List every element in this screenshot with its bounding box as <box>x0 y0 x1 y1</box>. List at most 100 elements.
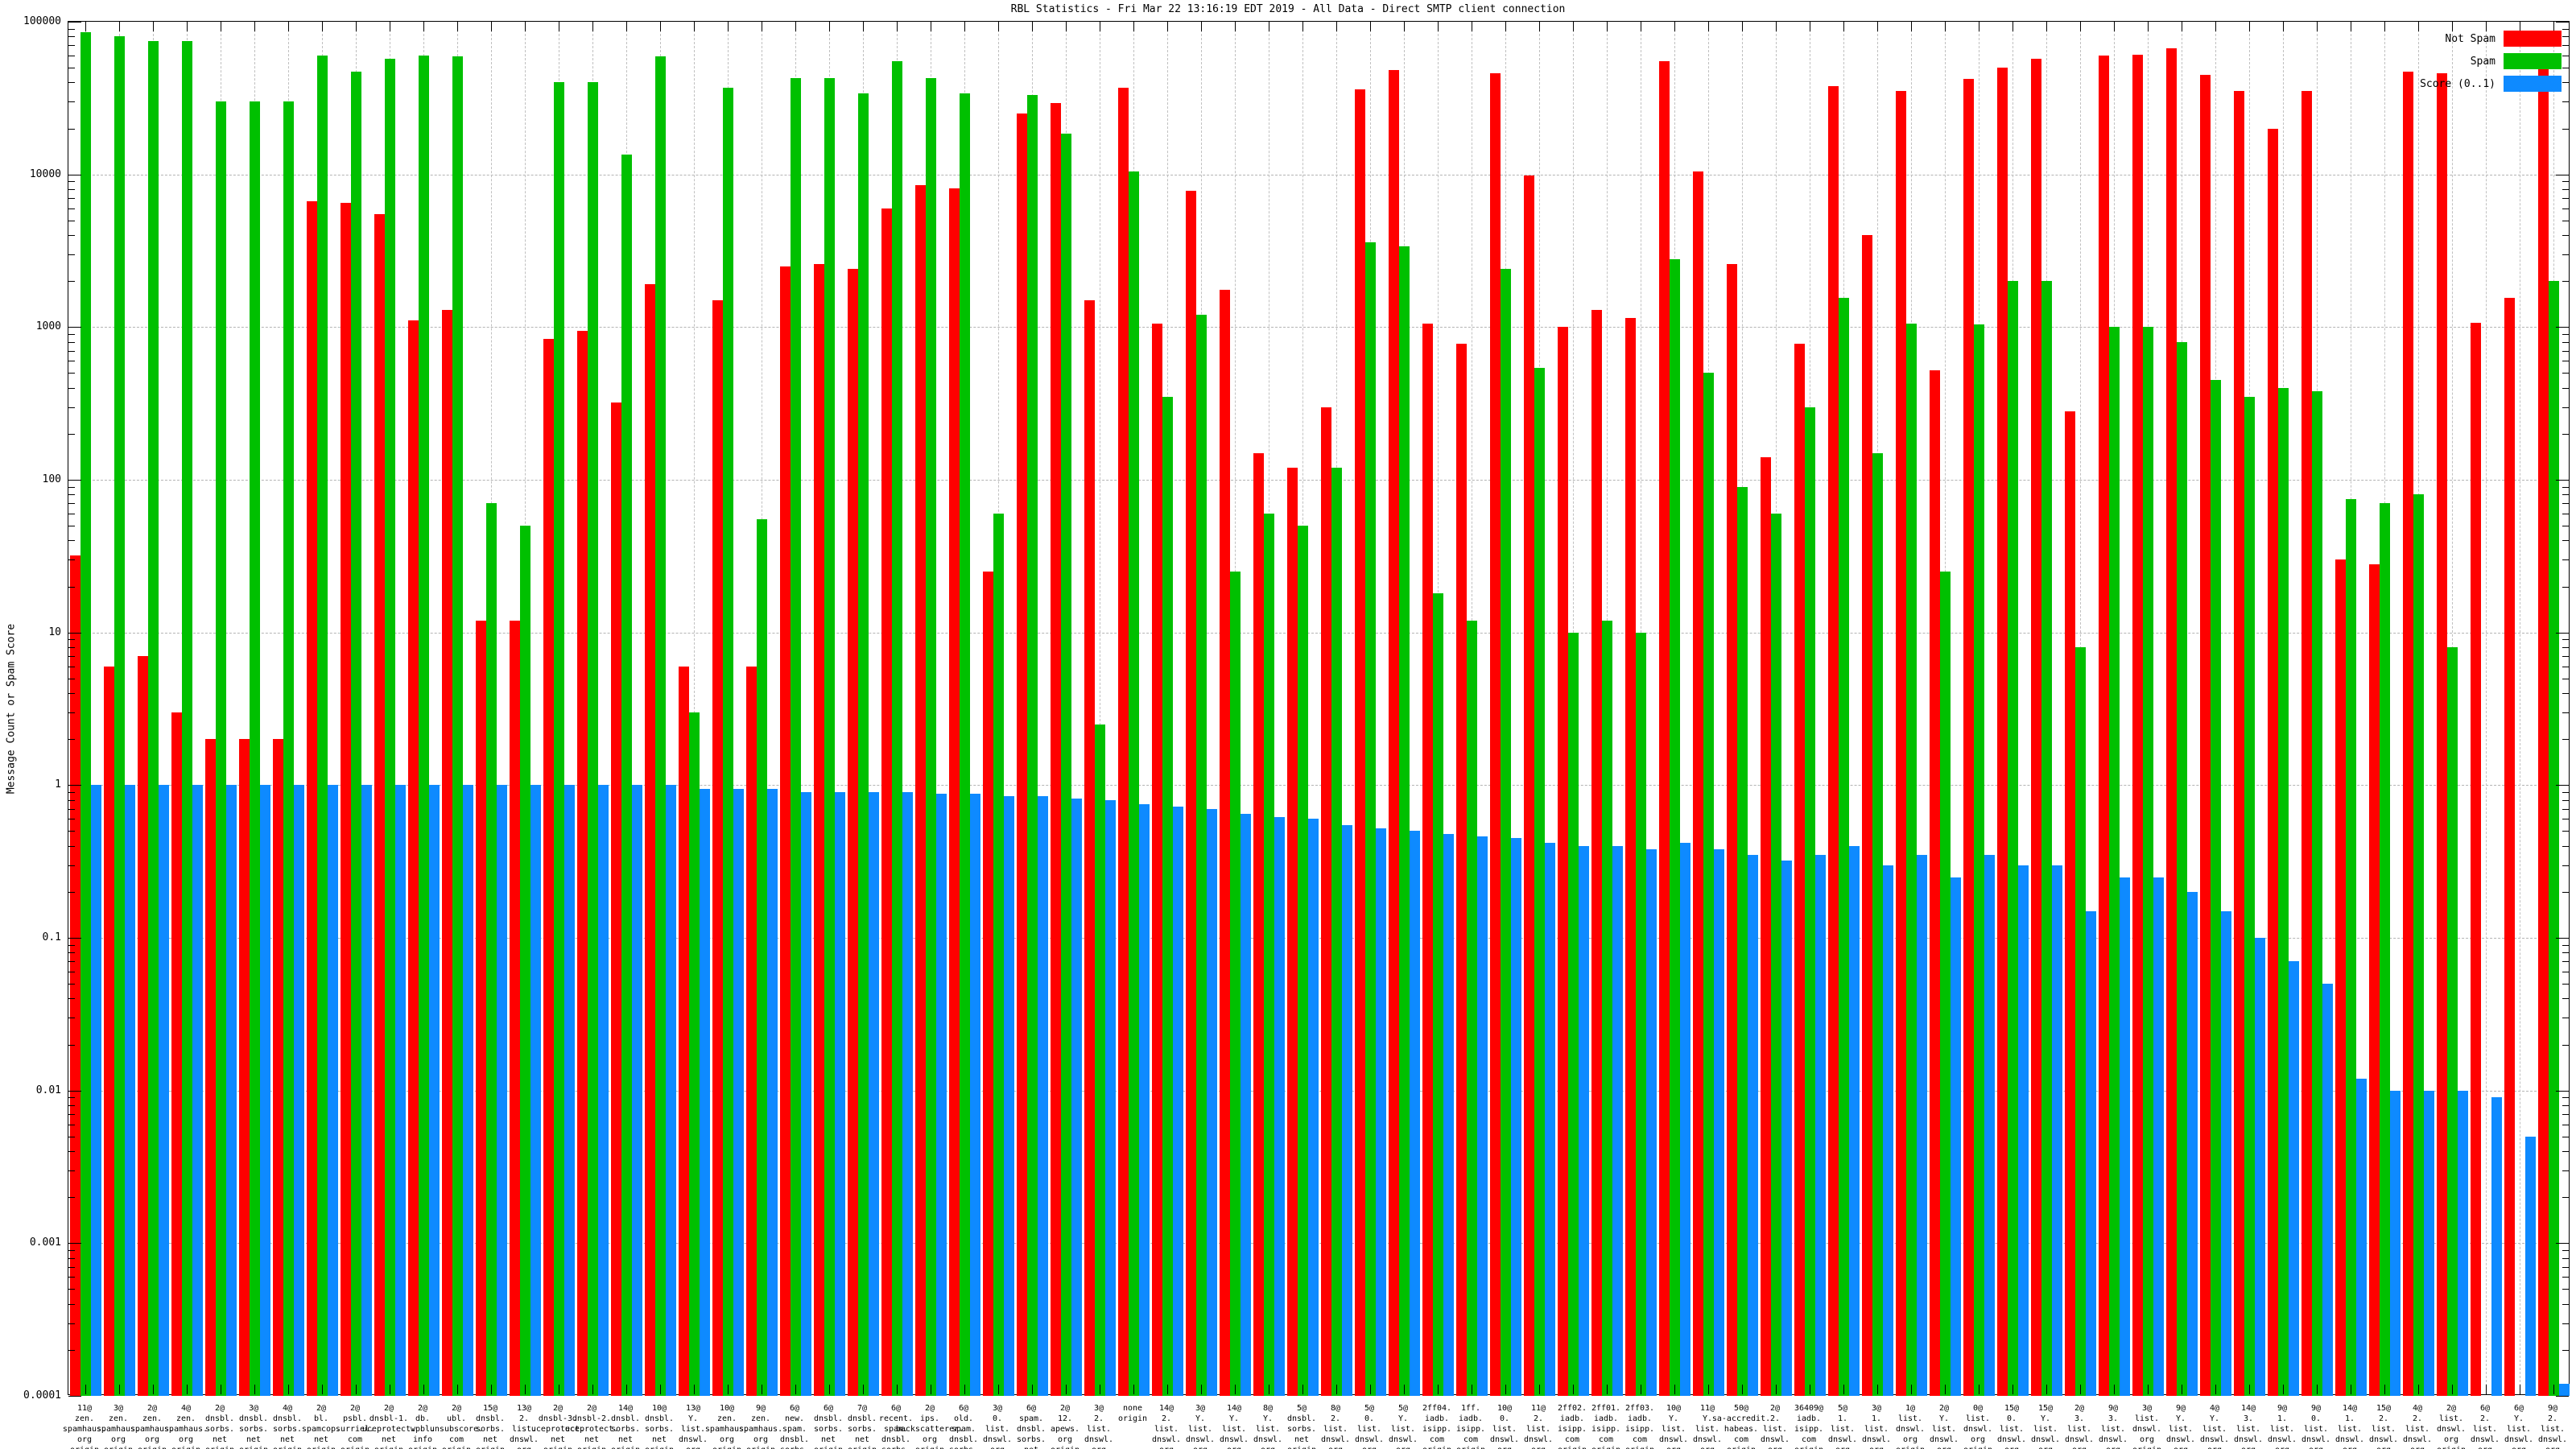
x-axis-tick <box>2553 1385 2554 1394</box>
x-tick-label: 6@ Y. list. dnswl. org origin <box>2504 1404 2534 1449</box>
x-axis-tick <box>1877 22 1878 31</box>
x-axis-tick <box>1911 22 1912 31</box>
x-axis-tick <box>964 22 965 31</box>
x-axis-tick <box>660 22 661 31</box>
bar-score <box>361 785 372 1396</box>
x-tick-label: 8@ Y. list. dnswl. org origin <box>1253 1404 1283 1449</box>
x-axis-tick <box>795 22 796 31</box>
bar-spam <box>283 101 294 1396</box>
y-axis-minor-tick <box>68 494 75 496</box>
bar-not-spam <box>137 656 148 1396</box>
y-tick-label: 100 <box>42 473 61 485</box>
bar-not-spam <box>982 572 993 1396</box>
legend-label: Not Spam <box>2445 32 2496 45</box>
x-axis-tick <box>1336 1385 1337 1394</box>
y-axis-minor-tick <box>2562 845 2569 847</box>
x-axis-tick <box>1235 22 1236 31</box>
x-axis-tick <box>1708 1385 1709 1394</box>
bar-spam <box>418 56 429 1396</box>
x-tick-label: 14@ Y. list. dnswl. org origin <box>1219 1404 1249 1449</box>
x-tick-label: 9@ 2. list. dnswl. org origin <box>2537 1404 2568 1449</box>
x-axis-tick <box>1674 1385 1675 1394</box>
bar-spam <box>2345 498 2356 1396</box>
bar-not-spam <box>2301 91 2312 1396</box>
bar-score <box>1341 824 1352 1396</box>
y-axis-minor-tick <box>2562 208 2569 209</box>
y-axis-minor-tick <box>68 586 75 588</box>
x-axis-tick <box>1032 22 1033 31</box>
legend-item: Not Spam <box>2420 31 2562 47</box>
y-axis-minor-tick <box>68 350 75 352</box>
bar-spam <box>2277 387 2289 1396</box>
bar-score <box>1240 813 1251 1396</box>
x-tick-label: 0@ list. dnswl. org origin <box>1963 1404 1993 1449</box>
x-tick-label: 4@ 2. list. dnswl. org origin <box>2402 1404 2433 1449</box>
bar-not-spam <box>678 666 689 1396</box>
y-axis-minor-tick <box>68 82 75 84</box>
y-axis-minor-tick <box>2562 198 2569 200</box>
bar-not-spam <box>1895 91 1906 1396</box>
x-tick-label: 2@ Y. list. dnswl. org origin <box>1929 1404 1959 1449</box>
x-axis-tick <box>626 1385 627 1394</box>
y-axis-minor-tick <box>2562 82 2569 84</box>
bar-score <box>2322 984 2333 1396</box>
y-axis-minor-tick <box>68 1170 75 1171</box>
bar-not-spam <box>1422 324 1433 1396</box>
bar-score <box>1544 842 1555 1396</box>
x-tick-label: 3@ Y. list. dnswl. org origin <box>1185 1404 1216 1449</box>
x-tick-label: 14@ 1. list. dnswl. org origin <box>2334 1404 2365 1449</box>
y-axis-minor-tick <box>2562 1303 2569 1305</box>
y-axis-minor-tick <box>68 845 75 847</box>
x-axis-tick <box>1539 22 1540 31</box>
y-axis-minor-tick <box>68 28 75 30</box>
x-tick-label: none origin <box>1117 1404 1148 1423</box>
x-axis-tick <box>660 1385 661 1394</box>
y-axis-minor-tick <box>68 1303 75 1305</box>
bar-not-spam <box>1489 72 1501 1396</box>
bar-score <box>699 788 710 1396</box>
bar-score <box>2085 910 2096 1396</box>
x-axis-tick <box>1776 22 1777 31</box>
y-axis-minor-tick <box>68 961 75 963</box>
bar-score <box>564 785 575 1396</box>
x-axis-tick <box>1235 1385 1236 1394</box>
y-axis-minor-tick <box>68 1277 75 1278</box>
bar-spam <box>2210 380 2221 1396</box>
x-axis-tick <box>423 22 424 31</box>
plot-area <box>68 21 2570 1397</box>
bar-spam <box>181 40 192 1396</box>
bar-spam <box>316 56 328 1396</box>
x-tick-label: 9@ zen. spamhaus. org origin <box>738 1404 783 1449</box>
bar-spam <box>756 519 767 1396</box>
x-axis-tick <box>964 1385 965 1394</box>
bar-spam <box>147 40 159 1396</box>
bar-not-spam <box>2132 54 2143 1396</box>
x-axis-tick <box>2418 22 2419 31</box>
x-tick-label: 2ff03. iadb. isipp. com origin <box>1624 1404 1655 1449</box>
y-axis-minor-tick <box>2562 1151 2569 1153</box>
x-tick-label: 5@ Y. list. dnswl. org origin <box>1388 1404 1418 1449</box>
bar-spam <box>1026 95 1038 1396</box>
y-axis-minor-tick <box>68 865 75 866</box>
y-axis-minor-tick <box>2562 586 2569 588</box>
bar-not-spam <box>1388 70 1399 1396</box>
x-tick-label: 5@ dnsbl. sorbs. net origin <box>1286 1404 1317 1449</box>
y-axis-minor-tick <box>2562 433 2569 435</box>
chart-title: RBL Statistics - Fri Mar 22 13:16:19 EDT… <box>1010 3 1566 15</box>
x-axis-tick <box>1201 22 1202 31</box>
x-axis-tick <box>1539 1385 1540 1394</box>
bar-spam <box>2379 503 2390 1396</box>
bar-score <box>834 792 845 1396</box>
y-axis-minor-tick <box>2562 952 2569 954</box>
bar-not-spam <box>1320 407 1331 1396</box>
y-axis-minor-tick <box>68 189 75 191</box>
y-axis-major-tick <box>2556 632 2569 634</box>
y-axis-minor-tick <box>2562 961 2569 963</box>
bar-score <box>1409 831 1420 1396</box>
bar-not-spam <box>2199 74 2211 1396</box>
x-axis-tick <box>1066 22 1067 31</box>
x-axis-tick <box>897 22 898 31</box>
x-axis-tick <box>1336 22 1337 31</box>
bar-spam <box>1060 133 1071 1396</box>
x-axis-tick <box>2249 22 2250 31</box>
